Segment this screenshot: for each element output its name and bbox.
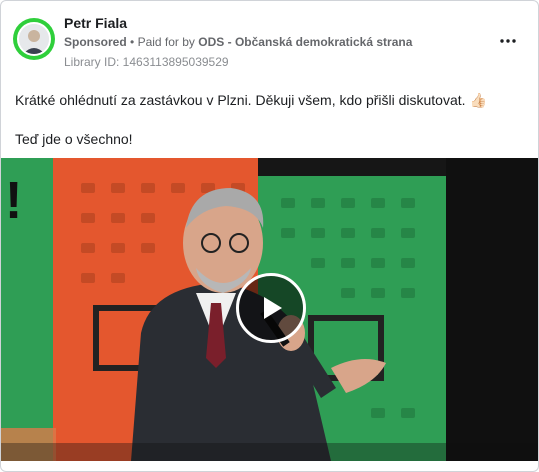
more-options-button[interactable] (497, 31, 519, 51)
library-id: Library ID: 1463113895039529 (64, 55, 229, 69)
more-horizontal-icon (500, 39, 516, 43)
paid-for-prefix: Paid for by (137, 35, 195, 49)
author-name[interactable]: Petr Fiala (64, 15, 127, 31)
post-text-line-2: Teď jde o všechno! (15, 131, 133, 147)
avatar (17, 22, 51, 56)
payer-name[interactable]: ODS - Občanská demokratická strana (198, 35, 412, 49)
play-icon (264, 297, 282, 319)
post-text-1: Krátké ohlédnutí za zastávkou v Plzni. D… (15, 92, 466, 108)
meta-separator: • (130, 35, 135, 49)
sponsored-label: Sponsored (64, 35, 127, 49)
post-text-line-1: Krátké ohlédnutí za zastávkou v Plzni. D… (15, 92, 487, 109)
thumbs-up-emoji: 👍🏻 (469, 92, 487, 108)
ad-card: Petr Fiala Sponsored • Paid for by ODS -… (0, 0, 539, 472)
play-button[interactable] (236, 273, 306, 343)
sponsored-meta: Sponsored • Paid for by ODS - Občanská d… (64, 35, 412, 49)
avatar-ring[interactable] (13, 18, 55, 60)
svg-text:!: ! (5, 172, 22, 230)
